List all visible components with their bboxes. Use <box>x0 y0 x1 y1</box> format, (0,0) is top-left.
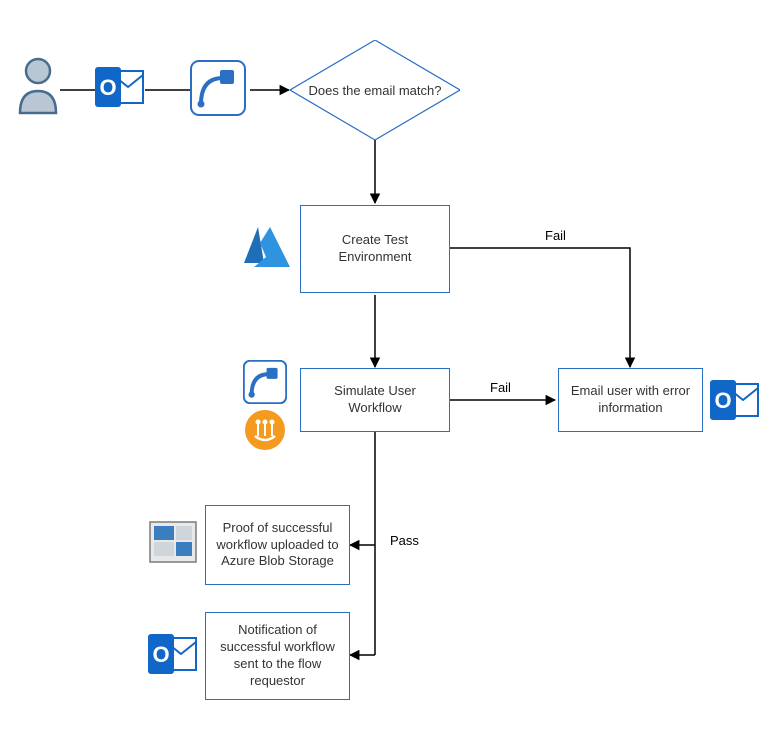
box-simulate-workflow-label: Simulate User Workflow <box>311 383 439 417</box>
box-proof-blob: Proof of successful workflow uploaded to… <box>205 505 350 585</box>
box-proof-blob-label: Proof of successful workflow uploaded to… <box>216 520 338 571</box>
flow-icon <box>243 360 287 404</box>
box-create-test-env-label: Create Test Environment <box>339 232 412 266</box>
svg-text:O: O <box>99 75 116 100</box>
box-notification: Notification of successful workflow sent… <box>205 612 350 700</box>
box-email-error-label: Email user with error information <box>571 383 690 417</box>
outlook-icon: O <box>710 378 760 422</box>
box-notification-label: Notification of successful workflow sent… <box>220 622 335 690</box>
flowchart-canvas: Does the email match? Create Test Enviro… <box>0 0 780 731</box>
decision-email-match: Does the email match? <box>290 40 460 140</box>
svg-text:O: O <box>714 388 731 413</box>
svg-text:O: O <box>152 642 169 667</box>
box-simulate-workflow: Simulate User Workflow <box>300 368 450 432</box>
outlook-icon: O <box>95 65 145 109</box>
box-email-error: Email user with error information <box>558 368 703 432</box>
flow-icon <box>190 60 246 116</box>
box-create-test-env: Create Test Environment <box>300 205 450 293</box>
decision-label: Does the email match? <box>290 40 460 140</box>
edge-label-pass: Pass <box>390 533 419 548</box>
azure-icon <box>240 225 295 270</box>
edge-label-fail-create: Fail <box>545 228 566 243</box>
outlook-icon: O <box>148 632 198 676</box>
edge-label-fail-simulate: Fail <box>490 380 511 395</box>
user-icon <box>15 55 61 115</box>
storage-icon <box>148 520 198 564</box>
leapwork-icon <box>243 408 287 452</box>
